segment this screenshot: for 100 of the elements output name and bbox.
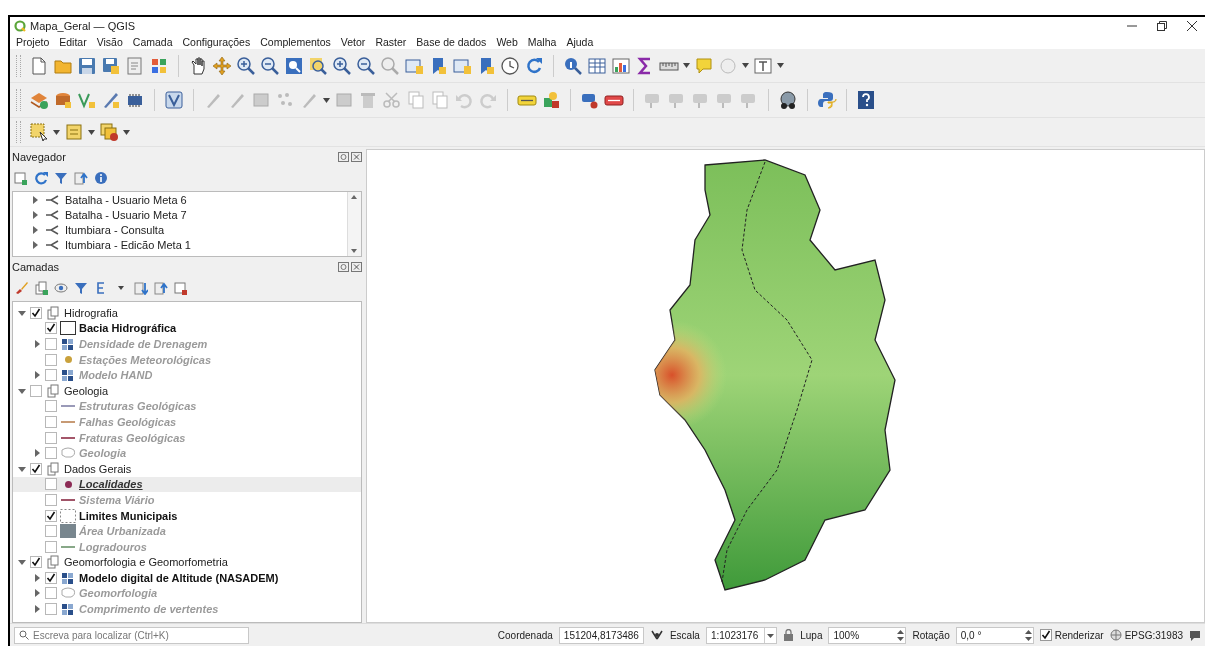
add-layer-icon[interactable]	[29, 90, 49, 110]
menu-item[interactable]: Camada	[132, 35, 173, 48]
expand-all-icon[interactable]	[134, 281, 148, 295]
scrollbar[interactable]	[347, 192, 361, 256]
collapse-icon[interactable]	[74, 171, 88, 185]
text-box-icon[interactable]	[753, 55, 773, 76]
collapse-icon[interactable]	[154, 281, 168, 295]
menu-item[interactable]: Visão	[96, 35, 123, 48]
brush-icon[interactable]	[14, 281, 28, 295]
checkbox[interactable]	[45, 415, 57, 428]
python-icon[interactable]	[817, 90, 837, 110]
layer-row[interactable]: Hidrografia	[13, 305, 361, 321]
rotation-field[interactable]: 0,0 °	[955, 626, 1034, 644]
checkbox[interactable]	[45, 478, 57, 491]
caret-icon[interactable]	[323, 97, 330, 103]
caret-icon[interactable]	[777, 63, 784, 68]
menu-item[interactable]: Raster	[375, 35, 407, 48]
save-as-icon[interactable]	[101, 55, 121, 76]
menu-item[interactable]: Ajuda	[566, 35, 594, 48]
table-icon[interactable]	[587, 55, 607, 76]
restore-icon[interactable]	[1157, 20, 1167, 31]
caret-icon[interactable]	[88, 129, 95, 135]
checkbox[interactable]	[45, 587, 57, 600]
filter-icon[interactable]	[54, 171, 68, 185]
pen-add-icon[interactable]	[101, 90, 121, 110]
checkbox[interactable]	[45, 509, 57, 522]
shapes-icon[interactable]	[541, 90, 561, 110]
mouse-pointer-icon[interactable]	[649, 628, 664, 642]
caret-icon[interactable]	[764, 627, 777, 643]
identify-icon[interactable]	[563, 55, 583, 76]
checkbox[interactable]	[45, 603, 57, 616]
database-icon[interactable]	[53, 90, 73, 110]
zoom-in-icon[interactable]	[236, 55, 256, 76]
messages-icon[interactable]	[1189, 629, 1201, 641]
eye-icon[interactable]	[54, 281, 68, 295]
layer-row[interactable]: Geomorfologia e Geomorfometria	[13, 554, 361, 571]
float-close-icon[interactable]	[338, 262, 362, 272]
lock-icon[interactable]	[783, 629, 795, 641]
menu-item[interactable]: Base de dados	[416, 35, 487, 48]
layer-row[interactable]: Dados Gerais	[13, 460, 361, 477]
save-icon[interactable]	[77, 55, 97, 76]
expand-arrow-icon[interactable]	[31, 195, 39, 204]
menu-item[interactable]: Configurações	[182, 35, 251, 48]
info-icon[interactable]	[94, 171, 108, 185]
navigator-item[interactable]: Itumbiara - Edicão Meta 1	[65, 238, 191, 251]
add-group-icon[interactable]	[34, 281, 48, 295]
zoom-out-icon[interactable]	[260, 55, 280, 76]
search-field[interactable]: Escreva para localizar (Ctrl+K)	[14, 626, 249, 644]
clock-icon[interactable]	[500, 55, 520, 76]
layer-row[interactable]: Modelo digital de Altitude (NASADEM)	[13, 570, 361, 586]
checkbox[interactable]	[45, 322, 57, 335]
render-checkbox[interactable]: Renderizar	[1039, 629, 1104, 641]
expand-arrow-icon[interactable]	[32, 448, 42, 459]
help-icon[interactable]	[856, 90, 876, 110]
expand-arrow-icon[interactable]	[31, 240, 39, 249]
coordinate-field[interactable]: 151204,8173486	[558, 626, 644, 644]
navigator-item[interactable]: Itumbiara - Consulta	[65, 223, 165, 236]
expand-arrow-icon[interactable]	[32, 588, 42, 599]
expand-arrow-icon[interactable]	[32, 572, 42, 583]
checkbox[interactable]	[45, 571, 57, 584]
deselect-icon[interactable]	[99, 122, 119, 142]
remove-layer-icon[interactable]	[174, 281, 188, 295]
checkbox[interactable]	[45, 369, 57, 382]
menu-item[interactable]: Web	[496, 35, 518, 48]
layer-row[interactable]: Bacia Hidrográfica	[13, 320, 361, 337]
expand-arrow-icon[interactable]	[32, 370, 42, 381]
bar-chart-icon[interactable]	[611, 55, 631, 76]
navigator-item[interactable]: Batalha - Usuario Meta 6	[65, 193, 187, 206]
select-rectangle-icon[interactable]	[29, 122, 49, 142]
zoom-extent-icon[interactable]	[284, 55, 304, 76]
spinner-icon[interactable]	[896, 628, 906, 642]
checkbox[interactable]	[30, 306, 42, 319]
layer-row[interactable]: Geologia	[13, 382, 361, 399]
spinner-icon[interactable]	[1023, 628, 1033, 642]
expand-arrow-icon[interactable]	[32, 604, 42, 615]
add-item-icon[interactable]	[14, 171, 28, 185]
scale-combo[interactable]: 1:1023176	[705, 626, 778, 644]
layer-row[interactable]: Localidades	[13, 476, 361, 493]
checkbox[interactable]	[45, 353, 57, 366]
expand-arrow-icon[interactable]	[31, 225, 39, 234]
layer-row[interactable]: Limites Municipais	[13, 507, 361, 524]
menu-item[interactable]: Editar	[59, 35, 87, 48]
checkbox[interactable]	[45, 540, 57, 553]
float-close-icon[interactable]	[338, 152, 362, 162]
magnifier-field[interactable]: 100%	[828, 626, 907, 644]
new-file-icon[interactable]	[29, 55, 49, 76]
crs-button[interactable]: EPSG:31983	[1109, 629, 1183, 641]
caret-icon[interactable]	[742, 63, 749, 68]
menu-item[interactable]: Complementos	[260, 35, 331, 48]
checkbox[interactable]	[45, 447, 57, 460]
refresh-icon[interactable]	[524, 55, 544, 76]
filter-icon[interactable]	[74, 281, 88, 295]
expand-arrow-icon[interactable]	[32, 339, 42, 349]
globe-icon[interactable]	[778, 90, 798, 110]
zoom-selection-icon[interactable]	[308, 55, 328, 76]
menu-item[interactable]: Vetor	[340, 35, 366, 48]
checkbox[interactable]	[30, 462, 42, 475]
checkbox[interactable]	[30, 384, 42, 397]
caret-icon[interactable]	[123, 129, 130, 135]
zoom-out-icon[interactable]	[356, 55, 376, 76]
